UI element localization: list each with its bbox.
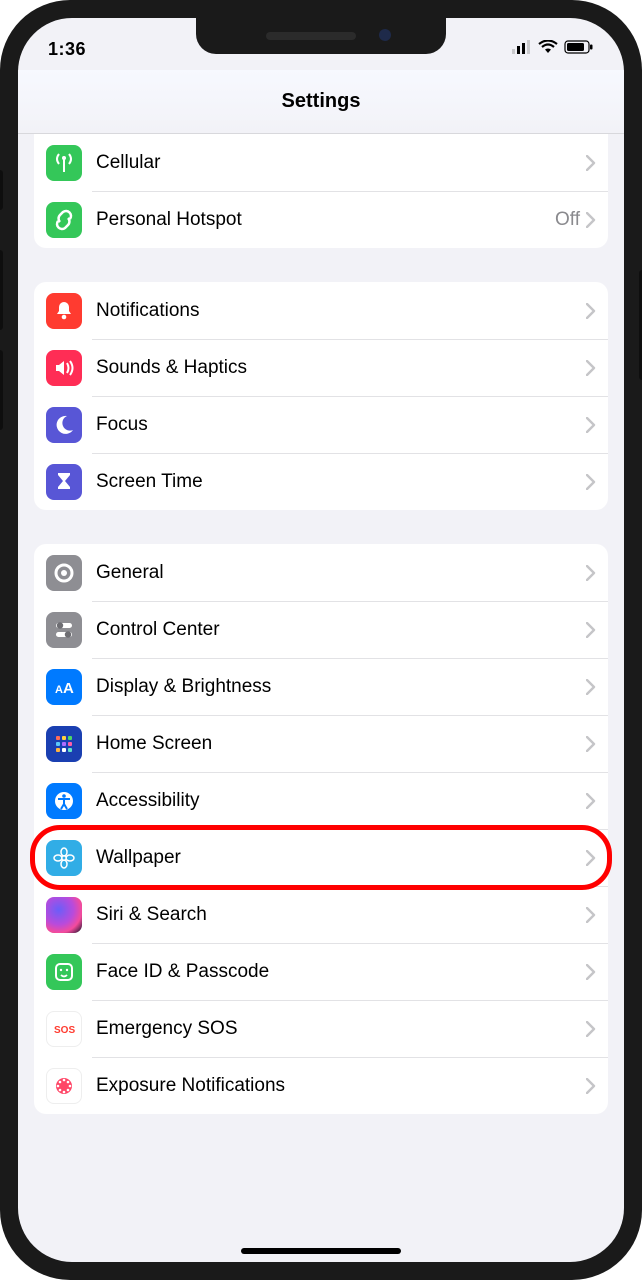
settings-row-faceid[interactable]: Face ID & Passcode	[34, 943, 608, 1000]
chevron-right-icon	[586, 565, 596, 581]
status-time: 1:36	[48, 39, 86, 60]
settings-row-hotspot[interactable]: Personal HotspotOff	[34, 191, 608, 248]
wifi-icon	[538, 40, 558, 59]
settings-row-accessibility[interactable]: Accessibility	[34, 772, 608, 829]
settings-row-sounds[interactable]: Sounds & Haptics	[34, 339, 608, 396]
settings-row-cellular[interactable]: Cellular	[34, 134, 608, 191]
hourglass-icon	[46, 464, 82, 500]
row-label: Notifications	[96, 300, 586, 322]
row-label: Face ID & Passcode	[96, 961, 586, 983]
moon-icon	[46, 407, 82, 443]
chevron-right-icon	[586, 964, 596, 980]
settings-group-alerts: Notifications Sounds & Haptics Focus Screen…	[34, 282, 608, 510]
settings-row-siri[interactable]: Siri & Search	[34, 886, 608, 943]
row-label: Accessibility	[96, 790, 586, 812]
phone-frame: 1:36 Settings Cellular Personal HotspotOf…	[0, 0, 642, 1280]
settings-row-general[interactable]: General	[34, 544, 608, 601]
link-icon	[46, 202, 82, 238]
row-label: Focus	[96, 414, 586, 436]
row-label: Screen Time	[96, 471, 586, 493]
chevron-right-icon	[586, 155, 596, 171]
row-label: Siri & Search	[96, 904, 586, 926]
page-title: Settings	[282, 90, 361, 113]
faceid-icon	[46, 954, 82, 990]
row-label: Wallpaper	[96, 847, 586, 869]
settings-row-wallpaper[interactable]: Wallpaper	[34, 829, 608, 886]
settings-row-screentime[interactable]: Screen Time	[34, 453, 608, 510]
bell-icon	[46, 293, 82, 329]
settings-row-display[interactable]: Display & Brightness	[34, 658, 608, 715]
row-label: Emergency SOS	[96, 1018, 586, 1040]
side-button	[0, 170, 3, 210]
chevron-right-icon	[586, 474, 596, 490]
sos-icon	[46, 1011, 82, 1047]
row-label: Display & Brightness	[96, 676, 586, 698]
chevron-right-icon	[586, 212, 596, 228]
accessibility-icon	[46, 783, 82, 819]
chevron-right-icon	[586, 1078, 596, 1094]
flower-icon	[46, 840, 82, 876]
chevron-right-icon	[586, 679, 596, 695]
chevron-right-icon	[586, 622, 596, 638]
status-icons	[512, 40, 594, 59]
row-label: Personal Hotspot	[96, 209, 555, 231]
exposure-icon	[46, 1068, 82, 1104]
side-button	[0, 250, 3, 330]
settings-row-exposure[interactable]: Exposure Notifications	[34, 1057, 608, 1114]
settings-group-network: Cellular Personal HotspotOff	[34, 134, 608, 248]
siri-icon	[46, 897, 82, 933]
gear-icon	[46, 555, 82, 591]
row-label: Cellular	[96, 152, 586, 174]
cellular-signal-icon	[512, 40, 532, 59]
antenna-icon	[46, 145, 82, 181]
row-label: General	[96, 562, 586, 584]
appgrid-icon	[46, 726, 82, 762]
settings-row-homescreen[interactable]: Home Screen	[34, 715, 608, 772]
textsize-icon	[46, 669, 82, 705]
chevron-right-icon	[586, 736, 596, 752]
row-label: Home Screen	[96, 733, 586, 755]
chevron-right-icon	[586, 1021, 596, 1037]
row-label: Exposure Notifications	[96, 1075, 586, 1097]
row-value: Off	[555, 209, 580, 231]
settings-content[interactable]: Cellular Personal HotspotOff Notifications…	[18, 134, 624, 1262]
settings-row-controlcenter[interactable]: Control Center	[34, 601, 608, 658]
side-button	[0, 350, 3, 430]
nav-header: Settings	[18, 70, 624, 134]
chevron-right-icon	[586, 850, 596, 866]
chevron-right-icon	[586, 417, 596, 433]
settings-row-focus[interactable]: Focus	[34, 396, 608, 453]
home-indicator[interactable]	[241, 1248, 401, 1254]
toggles-icon	[46, 612, 82, 648]
chevron-right-icon	[586, 303, 596, 319]
battery-icon	[564, 40, 594, 59]
notch	[196, 18, 446, 54]
chevron-right-icon	[586, 360, 596, 376]
row-label: Control Center	[96, 619, 586, 641]
screen: 1:36 Settings Cellular Personal HotspotOf…	[18, 18, 624, 1262]
chevron-right-icon	[586, 907, 596, 923]
settings-row-notifications[interactable]: Notifications	[34, 282, 608, 339]
row-label: Sounds & Haptics	[96, 357, 586, 379]
settings-row-sos[interactable]: Emergency SOS	[34, 1000, 608, 1057]
settings-group-system: General Control Center Display & Brightnes…	[34, 544, 608, 1114]
chevron-right-icon	[586, 793, 596, 809]
speaker-icon	[46, 350, 82, 386]
